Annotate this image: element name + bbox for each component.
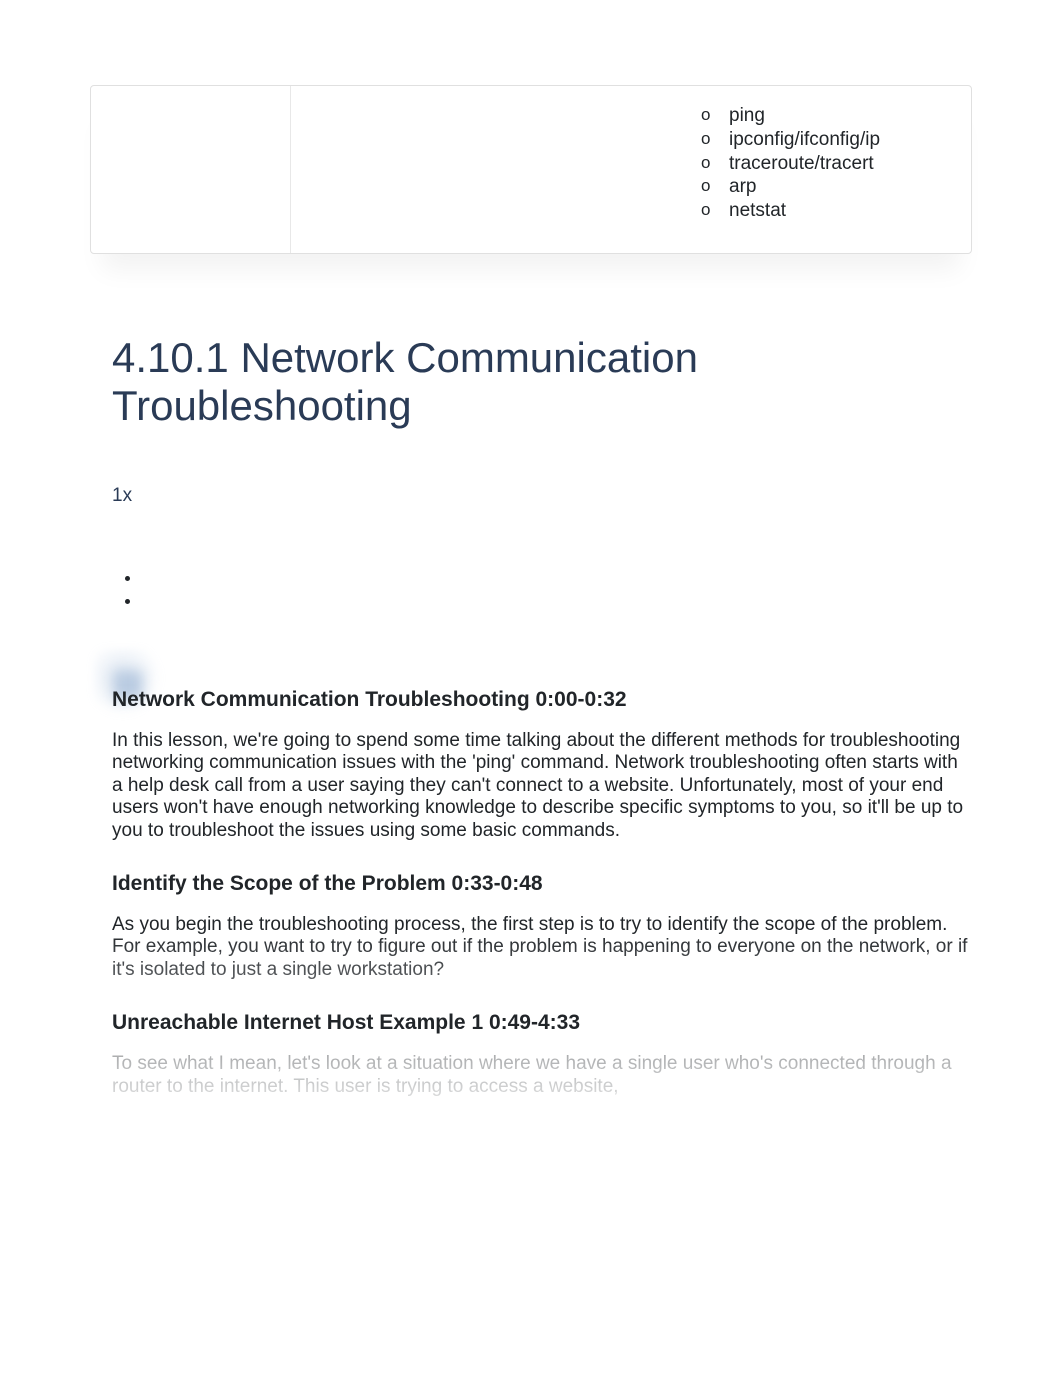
page-title: 4.10.1 Network Communication Troubleshoo… xyxy=(112,334,972,431)
section-heading: Identify the Scope of the Problem 0:33-0… xyxy=(112,872,972,896)
empty-bullet-list xyxy=(142,567,972,613)
list-item: arp xyxy=(701,175,951,199)
transcript-section: Identify the Scope of the Problem 0:33-0… xyxy=(112,872,972,981)
transcript-section: Unreachable Internet Host Example 1 0:49… xyxy=(112,1011,972,1098)
section-heading: Unreachable Internet Host Example 1 0:49… xyxy=(112,1011,972,1035)
command-sub-list: ping ipconfig/ifconfig/ip traceroute/tra… xyxy=(701,104,951,223)
list-item xyxy=(142,567,972,590)
list-item: traceroute/tracert xyxy=(701,152,951,176)
playback-speed[interactable]: 1x xyxy=(112,485,972,507)
section-heading: Network Communication Troubleshooting 0:… xyxy=(112,688,972,712)
card-right-column: ping ipconfig/ifconfig/ip traceroute/tra… xyxy=(291,86,971,253)
section-body: In this lesson, we're going to spend som… xyxy=(112,730,972,842)
card-left-column xyxy=(91,86,291,253)
list-item: netstat xyxy=(701,199,951,223)
command-list-card: ping ipconfig/ifconfig/ip traceroute/tra… xyxy=(90,85,972,254)
transcript-section: Network Communication Troubleshooting 0:… xyxy=(112,688,972,842)
list-item: ipconfig/ifconfig/ip xyxy=(701,128,951,152)
section-body: As you begin the troubleshooting process… xyxy=(112,914,972,981)
section-body: To see what I mean, let's look at a situ… xyxy=(112,1053,972,1098)
list-item: ping xyxy=(701,104,951,128)
list-item xyxy=(142,590,972,613)
